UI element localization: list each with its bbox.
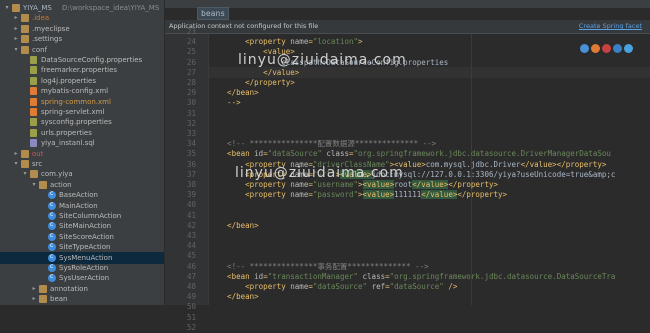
code-line[interactable]: <property name="password"><value>111111<… xyxy=(209,189,507,200)
code-token: "dataSource" xyxy=(312,282,368,291)
code-token: > xyxy=(358,37,363,47)
folder-icon xyxy=(21,14,29,23)
code-token: <property xyxy=(209,282,291,291)
folder-icon xyxy=(21,45,29,54)
ie-icon[interactable] xyxy=(613,44,622,53)
folder-icon xyxy=(21,160,29,168)
code-token: <bean xyxy=(209,149,255,159)
code-token: </value> xyxy=(412,180,449,189)
breadcrumb[interactable]: beans xyxy=(197,7,230,20)
code-token: </bean> xyxy=(209,88,259,98)
code-token: > xyxy=(358,180,363,189)
code-token: </property> xyxy=(457,190,508,200)
chrome-icon[interactable] xyxy=(580,44,589,53)
watermark-text: linyu@ziuidaima.com xyxy=(235,165,404,181)
code-token: id xyxy=(254,271,264,281)
code-token: "password" xyxy=(312,190,359,200)
code-line[interactable]: --> xyxy=(209,97,241,108)
edge-icon[interactable] xyxy=(624,44,633,53)
code-token: </bean> xyxy=(209,292,259,302)
firefox-icon[interactable] xyxy=(591,44,600,53)
code-token: <value> xyxy=(362,180,395,189)
code-token: </value> xyxy=(209,67,300,77)
code-token: "location" xyxy=(312,37,359,47)
sql-icon xyxy=(30,139,37,148)
code-token: ref xyxy=(371,282,386,291)
folder-icon xyxy=(39,295,47,304)
code-token: </bean> xyxy=(209,220,259,230)
prop-icon xyxy=(30,66,37,75)
code-token: <property xyxy=(209,180,291,189)
tree-item-label: bean xyxy=(50,295,68,304)
code-token: "transactionManager" xyxy=(267,271,359,281)
code-token: "org.springframework.jdbc.datasource.Dat… xyxy=(389,271,616,281)
code-token: <property xyxy=(209,190,291,200)
code-token: class xyxy=(326,149,349,159)
collapse-arrow-icon[interactable]: ▸ xyxy=(30,293,38,305)
line-number-gutter: 23 24 25 26 27 28 29 30 31 32 33 34 35 36 37 38 39 40 41 42… xyxy=(165,27,209,332)
folder-icon xyxy=(21,24,29,33)
code-token: <bean xyxy=(209,271,255,281)
xml-icon xyxy=(30,87,37,96)
tree-item[interactable]: ▸ bean xyxy=(0,293,164,305)
code-token: </value></property> xyxy=(520,159,607,169)
code-token: id xyxy=(254,149,264,159)
code-token: name xyxy=(290,190,309,200)
folder-icon xyxy=(21,149,29,158)
spring-facet-banner: Application context not configured for t… xyxy=(165,20,650,34)
code-token: name xyxy=(290,282,309,291)
folder-icon xyxy=(39,180,47,189)
code-token: "username" xyxy=(312,180,359,189)
create-spring-facet-link[interactable]: Create Spring facet xyxy=(579,20,642,33)
code-token: <!-- ***************配置数据源************** … xyxy=(209,139,437,149)
code-token: "dataSource" xyxy=(389,282,444,291)
code-token: com.mysql.jdbc.Driver xyxy=(425,159,521,169)
code-token: 111111 xyxy=(394,190,422,200)
code-token: "org.springframework.jdbc.datasource.Dri… xyxy=(353,149,611,159)
prop-icon xyxy=(30,56,37,64)
line-number: 52 xyxy=(186,322,196,332)
code-token: <property xyxy=(209,37,291,47)
prop-icon xyxy=(30,118,37,127)
code-token: /> xyxy=(443,282,458,291)
code-token: jdbc:mysql://127.0.0.1:3306/yiya?useUnic… xyxy=(371,169,616,179)
code-token: class xyxy=(362,271,386,281)
code-token: > xyxy=(358,190,363,200)
folder-icon xyxy=(12,4,20,12)
code-token: </property> xyxy=(209,78,295,87)
xml-icon xyxy=(30,108,37,116)
opera-icon[interactable] xyxy=(602,44,611,53)
code-line[interactable]: </bean> xyxy=(209,291,259,302)
code-token: "dataSource" xyxy=(267,149,322,159)
code-token: <value> xyxy=(362,190,395,200)
code-token: --> xyxy=(209,98,241,108)
watermark-text: linyu@ziuidaima.com xyxy=(238,52,407,68)
project-tree[interactable]: ▾ YIYA_MS D:\workspace_idea\YIYA_MS ▸ .idea ▸… xyxy=(0,0,165,305)
code-token: root xyxy=(394,180,413,189)
code-token: </value> xyxy=(421,190,458,200)
xml-icon xyxy=(30,97,37,106)
prop-icon xyxy=(30,128,37,137)
code-token: name xyxy=(290,180,309,189)
code-token: <!-- ***************事务配置************** -… xyxy=(209,261,429,271)
code-token: </property> xyxy=(448,180,498,189)
code-token: name xyxy=(290,37,309,47)
tab-strip xyxy=(165,0,650,8)
prop-icon xyxy=(30,76,37,85)
code-line[interactable]: </bean> xyxy=(209,220,259,231)
browser-preview-icons[interactable] xyxy=(580,44,642,55)
folder-icon xyxy=(21,35,29,44)
folder-icon xyxy=(30,170,38,179)
folder-icon xyxy=(39,284,47,293)
cls-icon xyxy=(48,271,56,283)
